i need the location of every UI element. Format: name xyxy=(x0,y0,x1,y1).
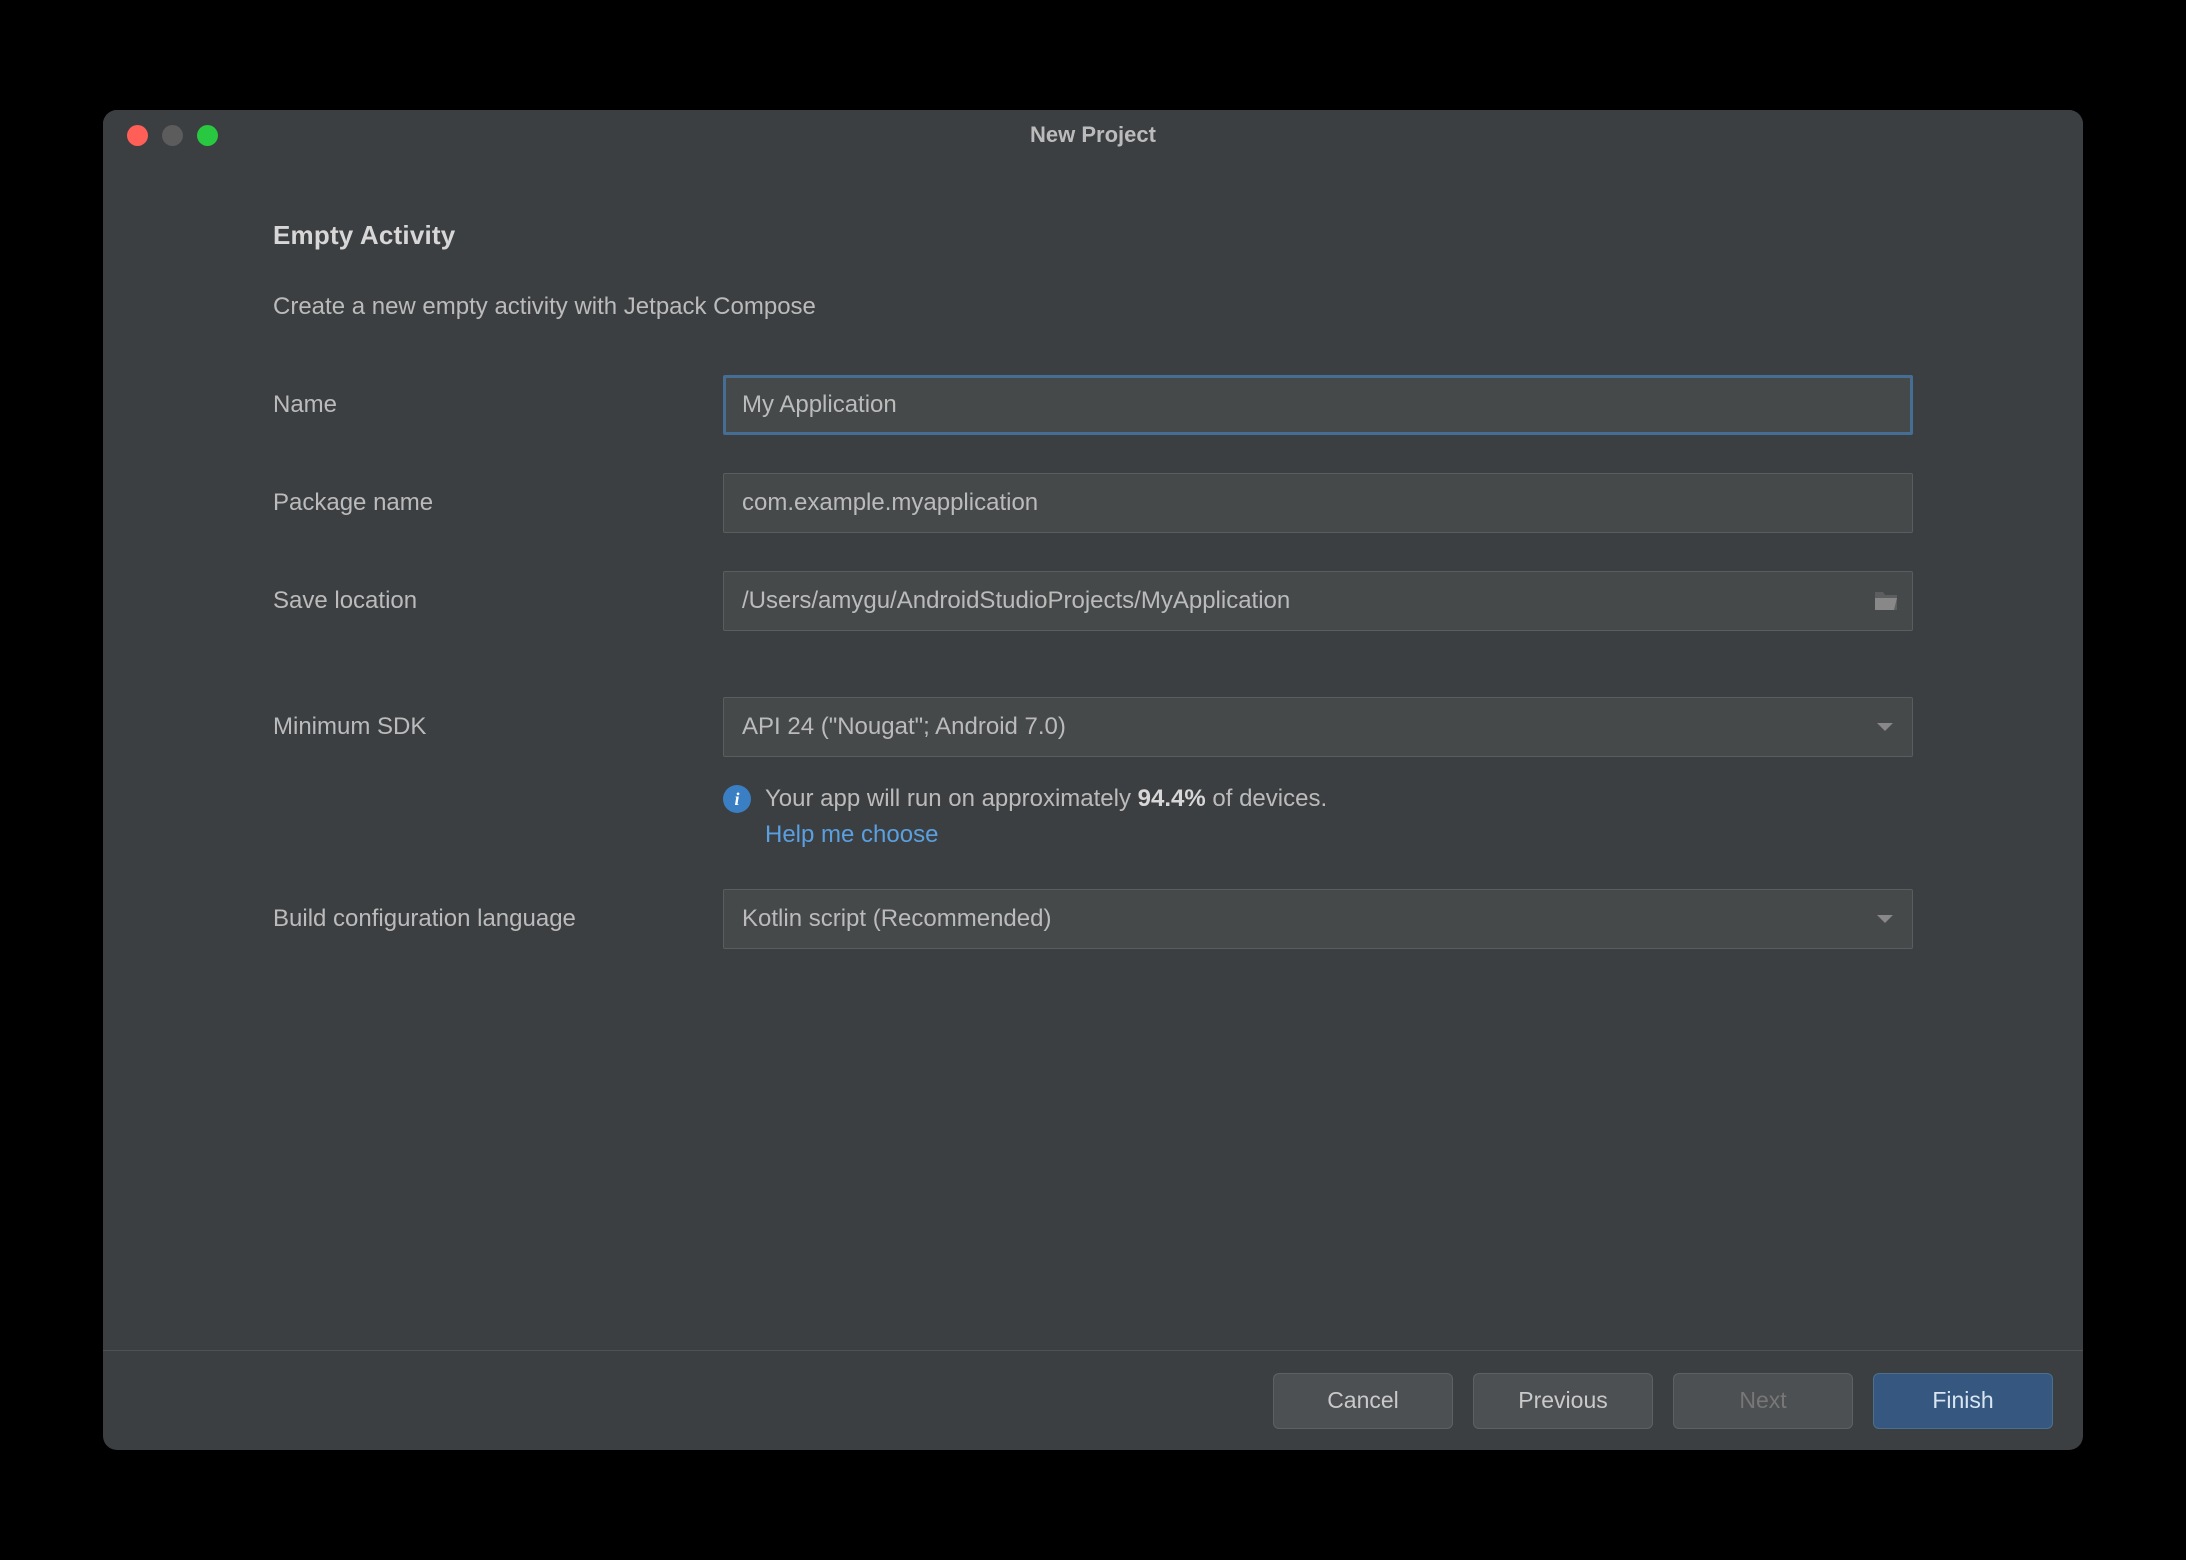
next-button: Next xyxy=(1673,1373,1853,1429)
info-icon: i xyxy=(723,785,751,813)
footer: Cancel Previous Next Finish xyxy=(103,1350,2083,1450)
min-sdk-label: Minimum SDK xyxy=(273,713,723,741)
chevron-down-icon xyxy=(1876,905,1894,933)
browse-folder-icon[interactable] xyxy=(1873,590,1899,612)
coverage-info-line: i Your app will run on approximately 94.… xyxy=(723,785,1913,813)
window-title: New Project xyxy=(103,122,2083,148)
save-location-row: Save location xyxy=(273,571,1913,631)
name-input[interactable] xyxy=(723,375,1913,435)
save-location-label: Save location xyxy=(273,587,723,615)
cancel-button[interactable]: Cancel xyxy=(1273,1373,1453,1429)
name-label: Name xyxy=(273,391,723,419)
help-me-choose-link[interactable]: Help me choose xyxy=(765,821,1913,849)
save-location-input[interactable] xyxy=(723,571,1913,631)
min-sdk-select[interactable]: API 24 ("Nougat"; Android 7.0) xyxy=(723,697,1913,757)
coverage-info-text: Your app will run on approximately 94.4%… xyxy=(765,785,1327,813)
build-lang-row: Build configuration language Kotlin scri… xyxy=(273,889,1913,949)
traffic-lights xyxy=(103,125,218,146)
titlebar: New Project xyxy=(103,110,2083,160)
close-icon[interactable] xyxy=(127,125,148,146)
build-lang-select[interactable]: Kotlin script (Recommended) xyxy=(723,889,1913,949)
build-lang-value: Kotlin script (Recommended) xyxy=(742,905,1876,933)
content-area: Empty Activity Create a new empty activi… xyxy=(103,160,2083,1350)
min-sdk-info: i Your app will run on approximately 94.… xyxy=(723,785,1913,849)
build-lang-label: Build configuration language xyxy=(273,905,723,933)
package-name-label: Package name xyxy=(273,489,723,517)
minimize-icon[interactable] xyxy=(162,125,183,146)
min-sdk-value: API 24 ("Nougat"; Android 7.0) xyxy=(742,713,1876,741)
page-heading: Empty Activity xyxy=(273,220,1913,251)
package-name-input[interactable] xyxy=(723,473,1913,533)
min-sdk-row: Minimum SDK API 24 ("Nougat"; Android 7.… xyxy=(273,697,1913,757)
page-subheading: Create a new empty activity with Jetpack… xyxy=(273,293,1913,321)
package-name-row: Package name xyxy=(273,473,1913,533)
previous-button[interactable]: Previous xyxy=(1473,1373,1653,1429)
chevron-down-icon xyxy=(1876,713,1894,741)
maximize-icon[interactable] xyxy=(197,125,218,146)
finish-button[interactable]: Finish xyxy=(1873,1373,2053,1429)
name-row: Name xyxy=(273,375,1913,435)
new-project-window: New Project Empty Activity Create a new … xyxy=(103,110,2083,1450)
